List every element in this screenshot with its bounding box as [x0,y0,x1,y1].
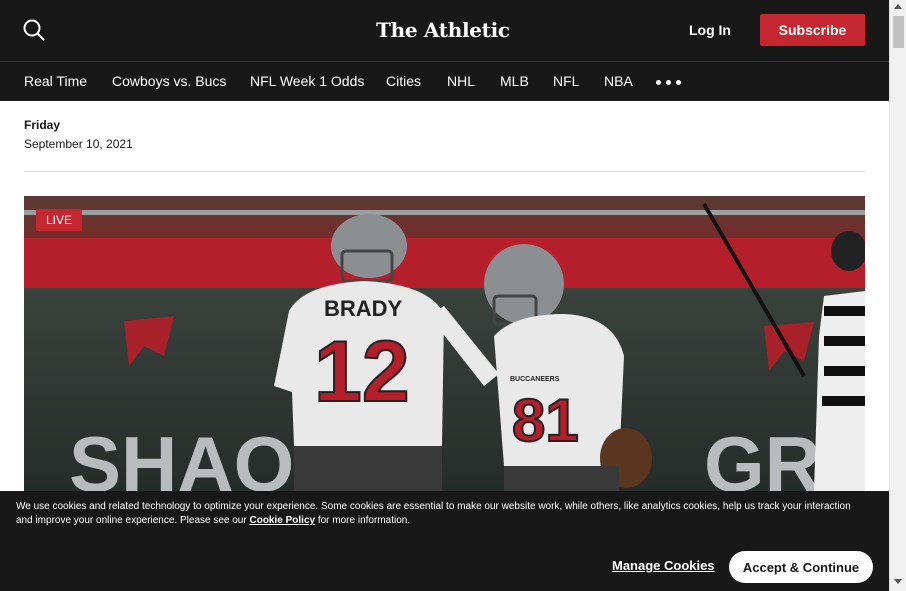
nav-item-cowboys-vs-bucs[interactable]: Cowboys vs. Bucs [112,73,226,89]
scroll-thumb[interactable] [893,16,904,48]
day-label: Friday [24,118,61,132]
scroll-up-arrow-icon[interactable] [894,4,902,9]
nav-item-cities[interactable]: Cities [386,73,421,89]
nav-item-nfl[interactable]: NFL [553,73,579,89]
manage-cookies-link[interactable]: Manage Cookies [612,558,715,573]
jersey-left-number: 12 [314,324,410,420]
date-label: September 10, 2021 [24,137,133,151]
nav-item-real-time[interactable]: Real Time [24,73,87,89]
search-icon[interactable] [22,18,46,42]
jersey-left-name: BRADY [324,296,403,321]
hero-image[interactable]: SHAQ'S GROW BRADY 12 BUCCANEERS 81 [24,196,865,491]
nav-item-nhl[interactable]: NHL [447,73,475,89]
cookie-text-after: for more information. [315,515,411,526]
nav-item-nba[interactable]: NBA [604,73,633,89]
nav-item-nfl-week-1-odds[interactable]: NFL Week 1 Odds [250,73,364,89]
divider [24,171,865,172]
site-logo[interactable]: The Athletic [376,18,510,42]
jersey-right-number: 81 [512,387,579,454]
cookie-policy-link[interactable]: Cookie Policy [249,515,315,526]
page: The Athletic Log In Subscribe Real Time … [0,0,906,591]
nav-bar: Real Time Cowboys vs. Bucs NFL Week 1 Od… [0,61,889,101]
login-link[interactable]: Log In [689,22,731,38]
subscribe-button[interactable]: Subscribe [760,14,865,46]
cookie-text-before: We use cookies and related technology to… [16,501,851,526]
scroll-down-arrow-icon[interactable] [894,579,902,584]
accept-continue-button[interactable]: Accept & Continue [729,551,873,583]
cookie-text: We use cookies and related technology to… [16,500,856,528]
scrollbar[interactable] [889,0,906,591]
jersey-right-small: BUCCANEERS [510,376,560,383]
nav-item-mlb[interactable]: MLB [500,73,529,89]
more-dots-icon[interactable] [656,80,684,86]
date-block: Friday September 10, 2021 [24,118,133,151]
top-header: The Athletic Log In Subscribe [0,0,889,61]
cookie-banner: We use cookies and related technology to… [0,491,889,591]
live-badge: LIVE [36,209,83,231]
